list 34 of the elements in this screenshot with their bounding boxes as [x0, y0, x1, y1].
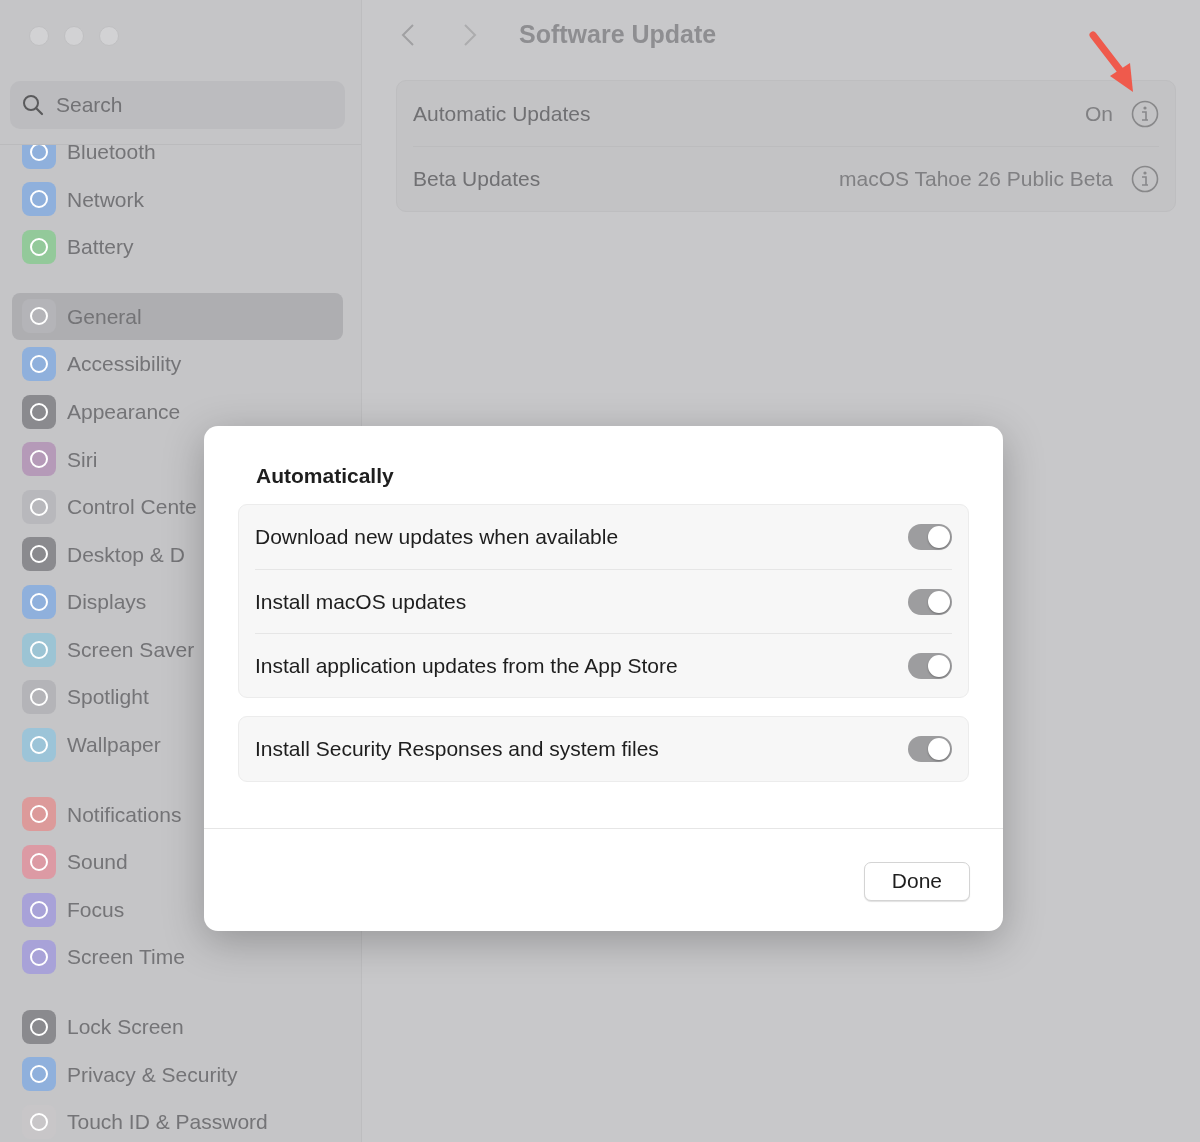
- sidebar-item[interactable]: Appearance: [12, 387, 343, 436]
- setting-value: On: [1085, 100, 1113, 127]
- info-icon[interactable]: [1131, 99, 1159, 128]
- sidebar-item[interactable]: Sound: [12, 838, 343, 886]
- sidebar-item[interactable]: Battery: [12, 223, 343, 271]
- toggle-switch[interactable]: [908, 588, 952, 615]
- sidebar-item[interactable]: Accessibility: [12, 340, 343, 388]
- setting-value: macOS Tahoe 26 Public Beta: [839, 166, 1113, 193]
- sidebar-item[interactable]: General: [12, 292, 343, 341]
- search-field[interactable]: Search: [10, 80, 345, 129]
- toggle-switch[interactable]: [908, 736, 952, 762]
- done-button[interactable]: Done: [863, 862, 970, 901]
- setting-label: Install macOS updates: [255, 588, 467, 615]
- sidebar-item[interactable]: Screen Time: [12, 933, 343, 981]
- info-icon[interactable]: [1131, 165, 1159, 193]
- setting-label: Install application updates from the App Store: [255, 652, 678, 679]
- sidebar-item[interactable]: Touch ID & Password: [12, 1098, 343, 1142]
- sidebar-item[interactable]: Focus: [12, 885, 343, 934]
- setting-label: Beta Updates: [413, 166, 541, 193]
- back-icon[interactable]: [401, 23, 415, 47]
- setting-label: Install Security Responses and system files: [255, 736, 659, 763]
- sidebar-item[interactable]: Notifications: [12, 790, 343, 839]
- sidebar-item[interactable]: Network: [12, 175, 343, 224]
- sidebar-item[interactable]: Lock Screen: [12, 1003, 343, 1051]
- sidebar-item[interactable]: Privacy & Security: [12, 1050, 343, 1099]
- forward-icon[interactable]: [463, 23, 477, 47]
- setting-label: Automatic Updates: [413, 100, 591, 127]
- window-title: Software Update: [519, 19, 717, 51]
- toggle-switch[interactable]: [908, 652, 952, 679]
- pointer-arrow: [1089, 31, 1133, 92]
- search-icon: [22, 93, 44, 116]
- toggle-switch[interactable]: [908, 524, 952, 550]
- dialog-title: Automatically: [256, 464, 394, 487]
- setting-label: Download new updates when available: [255, 524, 619, 551]
